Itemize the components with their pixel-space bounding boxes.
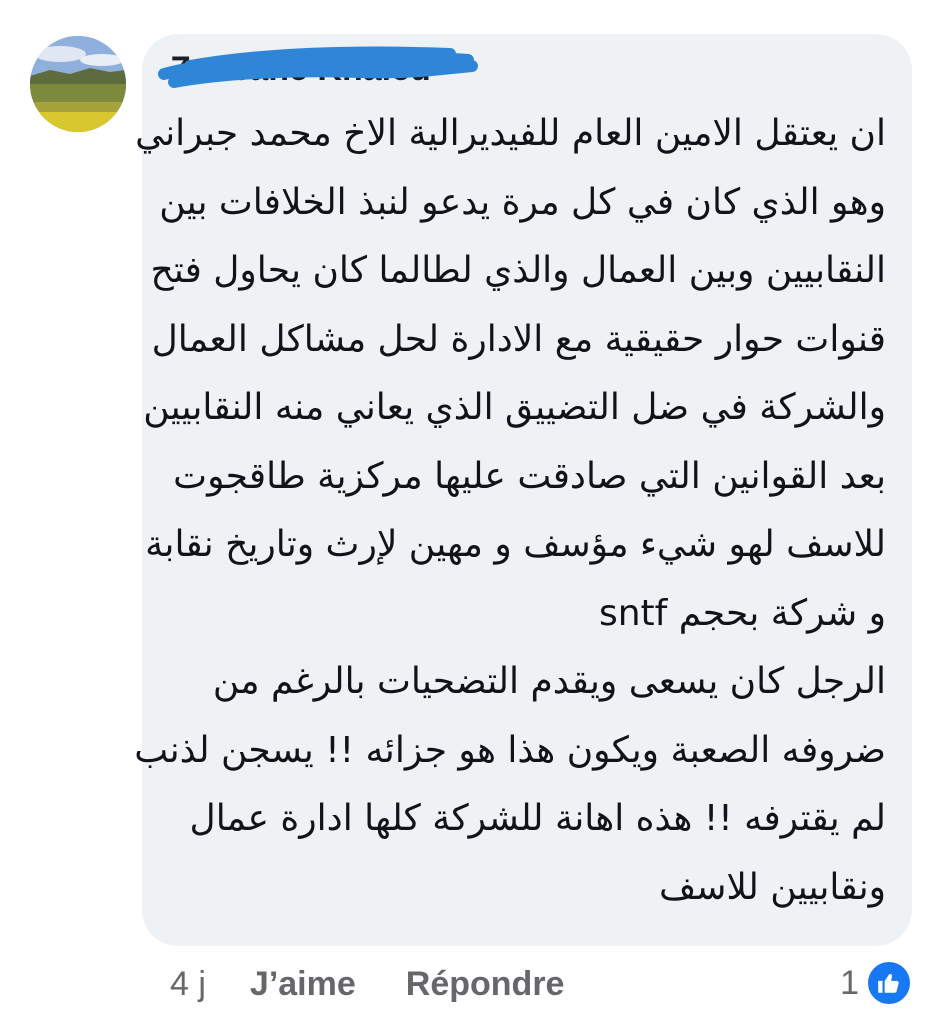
reaction-summary[interactable]: 1 bbox=[840, 958, 913, 1008]
comment-line: الرجل كان يسعى ويقدم التضحيات بالرغم من bbox=[212, 661, 886, 702]
avatar-landscape-image bbox=[30, 36, 126, 132]
comment-line: بعد القوانين التي صادقت عليها مركزية طاق… bbox=[173, 455, 886, 497]
comment-line: قنوات حوار حقيقية مع الادارة لحل مشاكل ا… bbox=[151, 318, 886, 360]
reply-button[interactable]: Répondre bbox=[406, 965, 565, 1004]
avatar[interactable] bbox=[30, 36, 126, 132]
comment-line: النقابيين وبين العمال والذي لطالما كان ي… bbox=[150, 250, 887, 291]
comment-line: و شركة بحجم sntf bbox=[598, 592, 886, 634]
reaction-count: 1 bbox=[840, 963, 859, 1002]
like-button[interactable]: J’aime bbox=[250, 965, 356, 1004]
thumbs-up-icon bbox=[865, 959, 913, 1007]
comment-timestamp[interactable]: 4 j bbox=[170, 965, 206, 1004]
comment-line: ضروفه الصعبة ويكون هذا هو جزائه !! يسجن … bbox=[134, 729, 886, 771]
comment-line: ان يعتقل الامين العام للفيديرالية الاخ م… bbox=[135, 113, 886, 154]
comment-line: والشركة في ضل التضييق الذي يعاني منه الن… bbox=[143, 387, 886, 428]
comment-line: لم يقترفه !! هذه اهانة للشركة كلها ادارة… bbox=[189, 798, 886, 839]
comment-line: وهو الذي كان في كل مرة يدعو لنبذ الخلافا… bbox=[159, 181, 886, 223]
comment-text: ان يعتقل الامين العام للفيديرالية الاخ م… bbox=[134, 100, 887, 922]
comment-actions: 4 j J’aime Répondre bbox=[170, 956, 564, 1012]
comment-line: ونقابيين للاسف bbox=[658, 866, 886, 908]
redaction-scribble bbox=[158, 46, 478, 88]
comment-screen: Zaabane Khaled ان يعتقل الامين العام للف… bbox=[0, 0, 941, 1024]
comment-line: للاسف لهو شيء مؤسف و مهين لإرث وتاريخ نق… bbox=[145, 524, 886, 565]
